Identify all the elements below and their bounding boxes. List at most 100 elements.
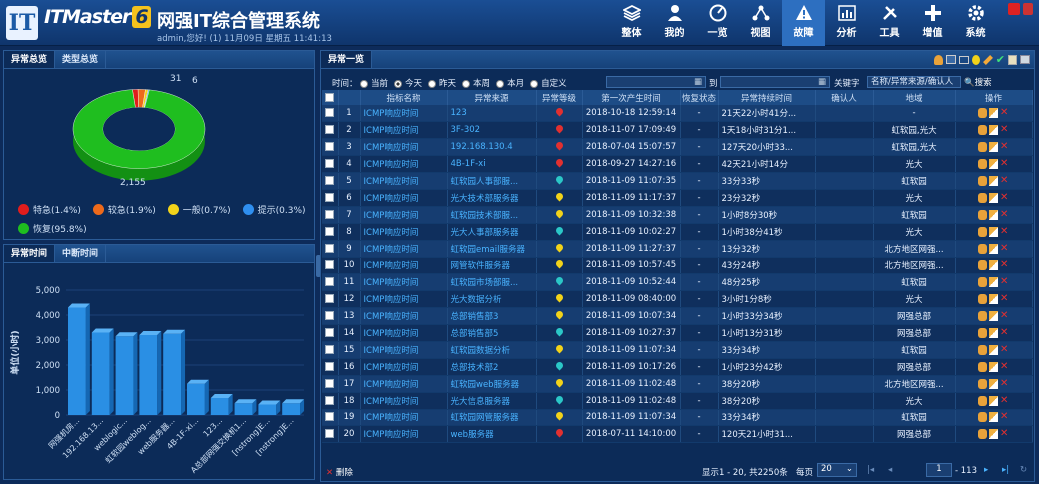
source-link[interactable]: web服务器 bbox=[447, 425, 537, 444]
bar-1[interactable] bbox=[91, 328, 114, 416]
nav-item-tools[interactable]: 工具 bbox=[868, 0, 911, 46]
source-link[interactable]: 4B-1F-xi bbox=[447, 155, 537, 174]
select-all-checkbox[interactable] bbox=[325, 92, 335, 102]
row-checkbox[interactable] bbox=[325, 159, 335, 169]
close-icon[interactable]: ✕ bbox=[1000, 226, 1009, 237]
calendar-icon[interactable]: ▦ bbox=[818, 77, 826, 88]
bar-6[interactable] bbox=[210, 394, 233, 415]
table-row[interactable]: 18 ICMP响应时间 光大信息服务器 2018-11-09 11:02:48-38分… bbox=[322, 392, 1033, 410]
edit-icon[interactable] bbox=[989, 176, 998, 186]
nav-item-warning[interactable]: 故障 bbox=[782, 0, 825, 46]
close-icon[interactable]: ✕ bbox=[1000, 328, 1009, 338]
row-checkbox[interactable] bbox=[325, 378, 335, 388]
source-link[interactable]: 虹软园技术部服... bbox=[447, 206, 537, 224]
bar-2[interactable] bbox=[115, 332, 138, 415]
close-icon[interactable]: ✕ bbox=[1000, 412, 1009, 422]
edit-icon[interactable] bbox=[989, 277, 998, 288]
metric-name-link[interactable]: ICMP响应时间 bbox=[360, 172, 448, 190]
table-row[interactable]: 9 ICMP响应时间 虹软园email服务器 2018-11-09 11:27:37-… bbox=[322, 240, 1033, 258]
table-row[interactable]: 7 ICMP响应时间 虹软园技术部服... 2018-11-09 10:32:38-1… bbox=[322, 206, 1033, 224]
source-link[interactable]: 光大信息服务器 bbox=[447, 392, 537, 410]
edit-icon[interactable] bbox=[989, 361, 998, 372]
source-link[interactable]: 总部销售部3 bbox=[447, 307, 537, 326]
source-link[interactable]: 光大人事部服务器 bbox=[447, 223, 537, 241]
close-icon[interactable]: ✕ bbox=[1000, 260, 1009, 270]
metric-name-link[interactable]: ICMP响应时间 bbox=[360, 138, 448, 157]
table-row[interactable]: 6 ICMP响应时间 光大技术部服务器 2018-11-09 11:17:37-23分… bbox=[322, 189, 1033, 207]
check-icon[interactable]: ✔ bbox=[996, 54, 1005, 65]
metric-name-link[interactable]: ICMP响应时间 bbox=[360, 240, 448, 258]
hand-pointer-icon[interactable] bbox=[978, 328, 987, 339]
hand-pointer-icon[interactable] bbox=[978, 412, 987, 423]
metric-name-link[interactable]: ICMP响应时间 bbox=[360, 105, 448, 123]
radio-button[interactable] bbox=[462, 79, 471, 88]
export-icon[interactable] bbox=[1008, 54, 1017, 65]
table-row[interactable]: 8 ICMP响应时间 光大人事部服务器 2018-11-09 10:02:27-1小时… bbox=[322, 223, 1033, 241]
close-icon[interactable]: ✕ bbox=[1000, 243, 1009, 254]
metric-name-link[interactable]: ICMP响应时间 bbox=[360, 324, 448, 342]
hand-pointer-icon[interactable] bbox=[978, 395, 987, 406]
edit-icon[interactable] bbox=[989, 412, 998, 423]
bar-0[interactable] bbox=[68, 303, 90, 416]
metric-name-link[interactable]: ICMP响应时间 bbox=[360, 273, 448, 292]
start-date-input[interactable]: ▦ bbox=[606, 76, 706, 88]
edit-icon[interactable] bbox=[989, 344, 998, 355]
edit-icon[interactable] bbox=[989, 192, 998, 203]
metric-name-link[interactable]: ICMP响应时间 bbox=[360, 121, 448, 140]
close-icon[interactable]: ✕ bbox=[1000, 361, 1009, 372]
source-link[interactable]: 总部销售部5 bbox=[447, 324, 537, 342]
tab-abnormal-list[interactable]: 异常一览 bbox=[321, 51, 373, 68]
table-row[interactable]: 17 ICMP响应时间 虹软园web服务器 2018-11-09 11:02:48-3… bbox=[322, 375, 1033, 393]
monitor-icon[interactable] bbox=[958, 55, 969, 64]
close-icon[interactable]: ✕ bbox=[1000, 378, 1009, 389]
close-icon[interactable]: ✕ bbox=[1000, 108, 1009, 118]
source-link[interactable]: 虹软园市场部服... bbox=[447, 273, 537, 292]
source-link[interactable]: 光大技术部服务器 bbox=[447, 189, 537, 207]
row-checkbox[interactable] bbox=[325, 192, 335, 202]
row-checkbox[interactable] bbox=[325, 260, 335, 270]
hand-pointer-icon[interactable] bbox=[978, 311, 987, 322]
first-page-icon[interactable]: |◂ bbox=[867, 465, 874, 475]
nav-item-chart[interactable]: 分析 bbox=[825, 0, 868, 46]
hand-pointer-icon[interactable] bbox=[978, 344, 987, 355]
time-option-radio[interactable]: 当前 bbox=[354, 79, 388, 89]
edit-icon[interactable] bbox=[989, 142, 998, 153]
source-link[interactable]: 虹软园网管服务器 bbox=[447, 409, 537, 427]
metric-name-link[interactable]: ICMP响应时间 bbox=[360, 155, 448, 174]
hand-pointer-icon[interactable] bbox=[978, 361, 987, 372]
metric-name-link[interactable]: ICMP响应时间 bbox=[360, 358, 448, 376]
hand-pointer-icon[interactable] bbox=[978, 378, 987, 389]
metric-name-link[interactable]: ICMP响应时间 bbox=[360, 257, 448, 275]
tab-type-overview[interactable]: 类型总览 bbox=[55, 51, 107, 68]
bar-7[interactable] bbox=[234, 399, 257, 415]
hand-pointer-icon[interactable] bbox=[978, 209, 987, 220]
radio-button[interactable] bbox=[360, 79, 368, 88]
close-icon[interactable]: ✕ bbox=[1000, 429, 1009, 439]
metric-name-link[interactable]: ICMP响应时间 bbox=[360, 223, 448, 241]
hand-pointer-icon[interactable] bbox=[978, 277, 987, 288]
table-row[interactable]: 15 ICMP响应时间 虹软园数据分析 2018-11-09 11:07:34-33分… bbox=[322, 341, 1033, 359]
metric-name-link[interactable]: ICMP响应时间 bbox=[360, 189, 448, 207]
hand-pointer-icon[interactable] bbox=[978, 243, 987, 254]
source-link[interactable]: 虹软园email服务器 bbox=[447, 240, 537, 258]
alert-bell-icon[interactable] bbox=[1008, 3, 1020, 15]
lightbulb-icon[interactable] bbox=[971, 54, 980, 65]
hand-pointer-icon[interactable] bbox=[978, 176, 987, 186]
row-checkbox[interactable] bbox=[325, 395, 335, 405]
edit-icon[interactable] bbox=[989, 159, 998, 170]
edit-icon[interactable] bbox=[989, 429, 998, 440]
table-row[interactable]: 5 ICMP响应时间 虹软园人事部服... 2018-11-09 11:07:35-3… bbox=[322, 172, 1033, 190]
close-icon[interactable]: ✕ bbox=[1000, 294, 1009, 304]
person-icon[interactable] bbox=[933, 54, 943, 65]
source-link[interactable]: 3F-302 bbox=[447, 121, 537, 140]
table-row[interactable]: 2 ICMP响应时间 3F-302 2018-11-07 17:09:49-1天18小… bbox=[322, 121, 1033, 140]
row-checkbox[interactable] bbox=[325, 344, 335, 354]
metric-name-link[interactable]: ICMP响应时间 bbox=[360, 307, 448, 326]
page-number-input[interactable]: 1 bbox=[926, 463, 952, 477]
row-checkbox[interactable] bbox=[325, 429, 335, 439]
row-checkbox[interactable] bbox=[325, 108, 335, 118]
source-link[interactable]: 192.168.130.4 bbox=[447, 138, 537, 157]
edit-icon[interactable] bbox=[989, 294, 998, 305]
keyword-input[interactable]: 名称/异常来源/确认人 bbox=[867, 76, 961, 88]
radio-button[interactable] bbox=[394, 79, 403, 88]
